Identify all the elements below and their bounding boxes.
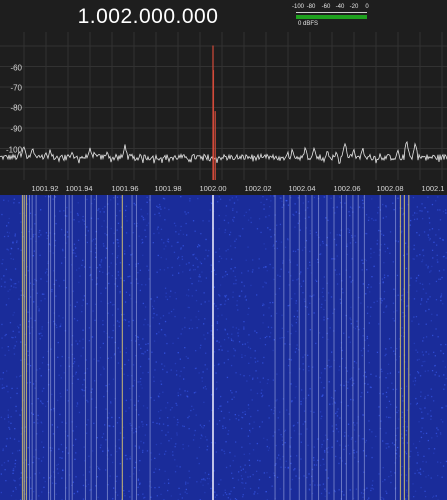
meter-tick-label: -40 bbox=[335, 4, 345, 10]
meter-scale-line bbox=[296, 12, 367, 13]
meter-tick-label: 0 bbox=[365, 4, 369, 10]
freq-axis-label: 1002.02 bbox=[244, 184, 272, 193]
signal-level-meter: -100 -80 -60 -40 -20 0 0 dBFS bbox=[291, 4, 373, 30]
db-axis-label: -90 bbox=[10, 124, 22, 134]
meter-unit-label: 0 dBFS bbox=[298, 21, 319, 27]
meter-tick-label: -80 bbox=[306, 4, 316, 10]
freq-axis-label: 1002.00 bbox=[199, 184, 227, 193]
spectrum-panel[interactable]: -60 -70 -80 -90 -100 1001.92 1001.94 100… bbox=[0, 0, 447, 195]
freq-axis-label: 1001.98 bbox=[154, 184, 182, 193]
db-axis-label: -70 bbox=[10, 83, 22, 93]
meter-tick-label: -20 bbox=[349, 4, 359, 10]
freq-axis-label: 1001.92 bbox=[31, 184, 59, 193]
freq-axis-label: 1002.04 bbox=[288, 184, 316, 193]
spectrum-background bbox=[0, 0, 447, 195]
waterfall-display[interactable] bbox=[0, 195, 447, 500]
spectrum-plot bbox=[0, 0, 447, 195]
waterfall-canvas bbox=[0, 195, 447, 500]
meter-tick-label: -60 bbox=[321, 4, 331, 10]
freq-axis-label: 1001.96 bbox=[111, 184, 139, 193]
center-frequency-display[interactable]: 1.002.000.000 bbox=[0, 5, 296, 29]
meter-tick-label: -100 bbox=[291, 4, 305, 10]
freq-axis-label: 1001.94 bbox=[65, 184, 93, 193]
db-axis-label: -80 bbox=[10, 103, 22, 113]
freq-axis-label: 1002.08 bbox=[376, 184, 404, 193]
db-axis-label: -100 bbox=[6, 145, 23, 155]
meter-level-bar bbox=[296, 15, 367, 19]
sdr-receiver-window: -60 -70 -80 -90 -100 1001.92 1001.94 100… bbox=[0, 0, 447, 500]
freq-axis-label: 1002.06 bbox=[333, 184, 361, 193]
freq-axis-label: 1002.1 bbox=[421, 184, 445, 193]
db-axis-label: -60 bbox=[10, 63, 22, 73]
